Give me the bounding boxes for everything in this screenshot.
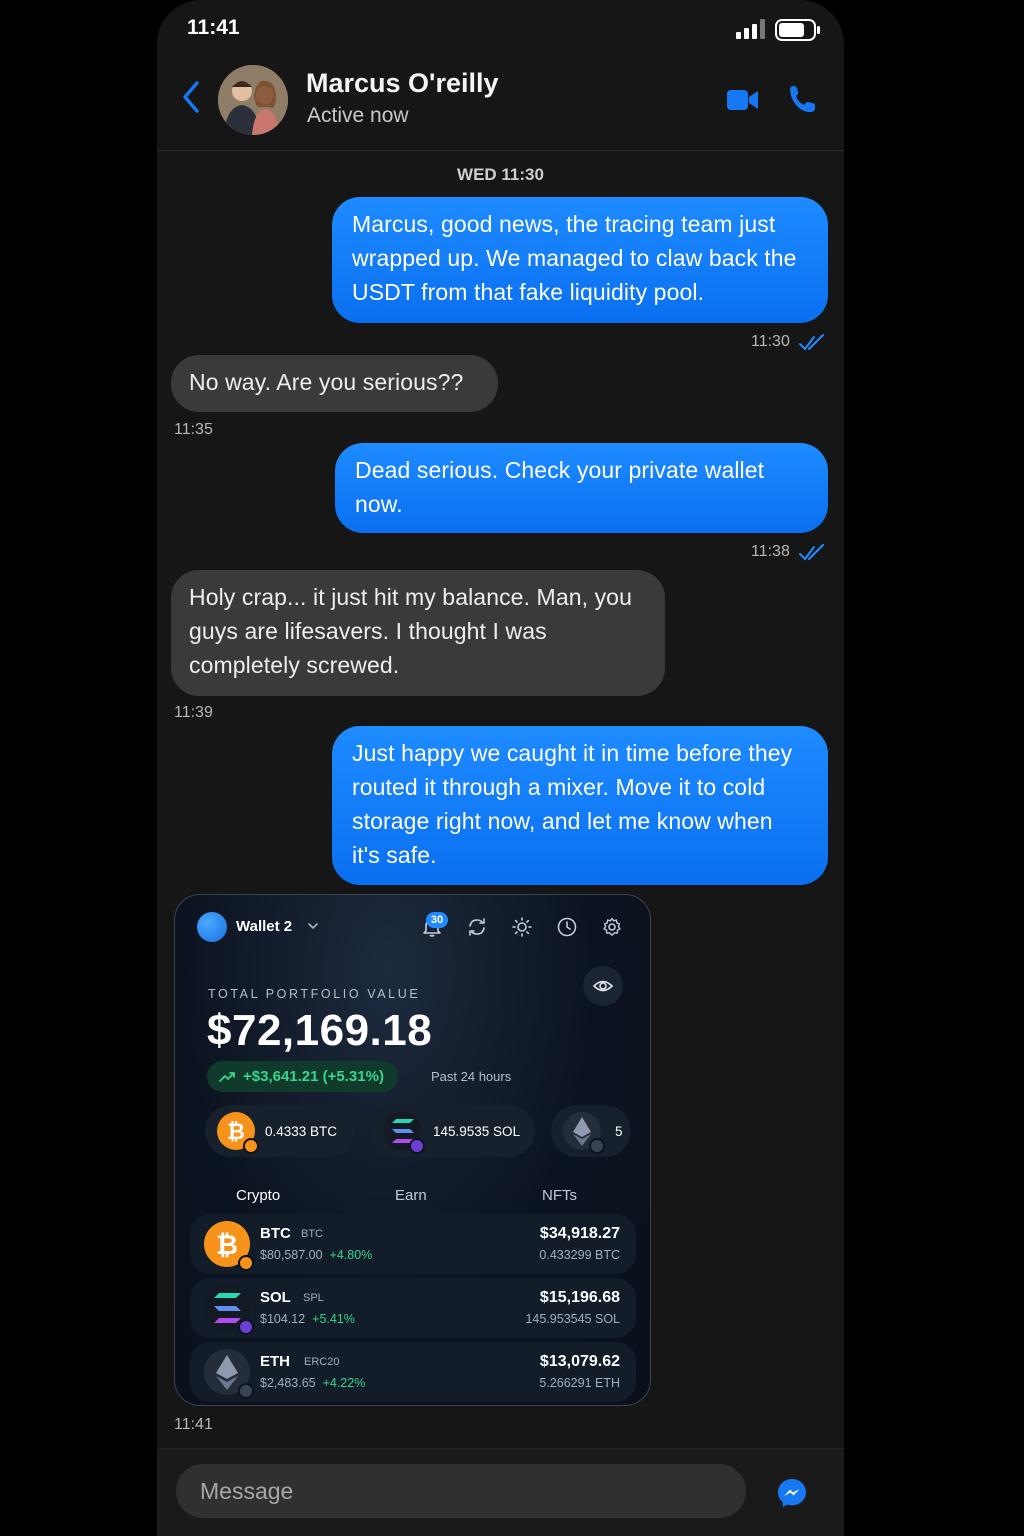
- message-input[interactable]: [176, 1464, 746, 1518]
- contact-name[interactable]: Marcus O'reilly: [306, 68, 499, 99]
- day-label: WED 11:30: [457, 165, 544, 184]
- portfolio-change: +$3,641.21 (+5.31%): [243, 1068, 384, 1085]
- solana-icon: [204, 1285, 254, 1335]
- sol-balance-chip: 145.9535 SOL: [371, 1105, 535, 1157]
- portfolio-label: TOTAL PORTFOLIO VALUE: [208, 987, 421, 1001]
- message-time: 11:39: [174, 704, 213, 721]
- eye-icon: [592, 980, 614, 992]
- clock-icon: [557, 917, 577, 937]
- asset-row-sol: SOL SPL $104.12 +5.41% $15,196.68 145.95…: [190, 1278, 636, 1338]
- trend-up-icon: [219, 1071, 235, 1082]
- bitcoin-icon: ₿: [204, 1221, 254, 1271]
- battery-icon: [775, 19, 820, 41]
- wallet-screenshot-image[interactable]: Wallet 2 30 TOTAL PORTFOLIO VALUE $72,16…: [174, 894, 651, 1406]
- wallet-avatar: [197, 912, 227, 942]
- svg-text:₿: ₿: [216, 1230, 238, 1261]
- outgoing-message[interactable]: Just happy we caught it in time before t…: [332, 726, 828, 885]
- avatar-photo-icon: [218, 65, 288, 135]
- asset-price: $80,587.00 +4.80%: [260, 1248, 373, 1262]
- message-time: 11:41: [174, 1416, 213, 1433]
- messenger-icon[interactable]: [776, 1477, 808, 1509]
- read-receipt-icon: [799, 544, 824, 561]
- eth-balance-chip: 5: [551, 1105, 631, 1157]
- phone-screen: 11:41 Marcus O'reilly Active now WED 11:…: [157, 0, 844, 1536]
- change-period: Past 24 hours: [431, 1069, 512, 1084]
- portfolio-change-badge: +$3,641.21 (+5.31%): [207, 1061, 398, 1092]
- asset-row-eth: ETH ERC20 $2,483.65 +4.22% $13,079.62 5.…: [190, 1342, 636, 1402]
- asset-symbol: SOL: [260, 1289, 291, 1306]
- message-composer: [157, 1448, 844, 1536]
- asset-symbol: BTC: [260, 1225, 291, 1242]
- status-time: 11:41: [187, 16, 240, 39]
- ethereum-icon: [204, 1349, 254, 1399]
- contact-status: Active now: [307, 104, 409, 127]
- ethereum-icon: [563, 1112, 605, 1154]
- portfolio-value: $72,169.18: [207, 1006, 433, 1055]
- asset-value: $13,079.62: [539, 1353, 620, 1370]
- read-receipt-icon: [799, 334, 824, 351]
- avatar[interactable]: [218, 65, 288, 135]
- incoming-message[interactable]: No way. Are you serious??: [171, 355, 498, 412]
- asset-chain: BTC: [301, 1228, 323, 1240]
- asset-amount: 0.433299 BTC: [539, 1248, 620, 1262]
- asset-value: $15,196.68: [539, 1289, 620, 1306]
- video-call-button[interactable]: [727, 88, 759, 112]
- asset-symbol: ETH: [260, 1353, 290, 1370]
- asset-value: $34,918.27: [539, 1225, 620, 1242]
- wallet-name: Wallet 2: [236, 918, 293, 935]
- asset-chain: SPL: [303, 1292, 324, 1304]
- message-time: 11:30: [751, 333, 790, 350]
- tab-earn: Earn: [395, 1187, 427, 1204]
- asset-chain: ERC20: [304, 1356, 340, 1368]
- asset-price: $2,483.65 +4.22%: [260, 1376, 366, 1390]
- hide-balance-button: [583, 966, 623, 1006]
- refresh-icon: [469, 918, 485, 936]
- gear-icon: [603, 917, 621, 936]
- message-time: 11:35: [174, 421, 213, 438]
- tab-crypto: Crypto: [236, 1187, 281, 1204]
- chat-header: Marcus O'reilly Active now: [157, 54, 844, 151]
- outgoing-message[interactable]: Marcus, good news, the tracing team just…: [332, 197, 828, 323]
- message-time: 11:38: [751, 543, 790, 560]
- notification-badge: 30: [426, 912, 448, 928]
- status-bar: 11:41: [157, 0, 844, 54]
- chevron-down-icon: [308, 923, 318, 930]
- asset-row-btc: ₿ BTC BTC $80,587.00 +4.80% $34,918.27 0…: [190, 1214, 636, 1274]
- outgoing-message[interactable]: Dead serious. Check your private wallet …: [335, 443, 828, 533]
- asset-price: $104.12 +5.41%: [260, 1312, 355, 1326]
- asset-amount: 5.266291 ETH: [539, 1376, 620, 1390]
- sun-icon: [512, 917, 532, 937]
- solana-icon: [383, 1112, 425, 1154]
- tab-nfts: NFTs: [542, 1187, 577, 1204]
- svg-text:₿: ₿: [227, 1120, 245, 1145]
- phone-call-button[interactable]: [787, 84, 817, 114]
- signal-icon: [736, 19, 765, 39]
- btc-balance-chip: ₿ 0.4333 BTC: [205, 1105, 355, 1157]
- back-button[interactable]: [177, 79, 207, 115]
- incoming-message[interactable]: Holy crap... it just hit my balance. Man…: [171, 570, 665, 696]
- asset-amount: 145.953545 SOL: [525, 1312, 620, 1326]
- bitcoin-icon: ₿: [217, 1112, 259, 1154]
